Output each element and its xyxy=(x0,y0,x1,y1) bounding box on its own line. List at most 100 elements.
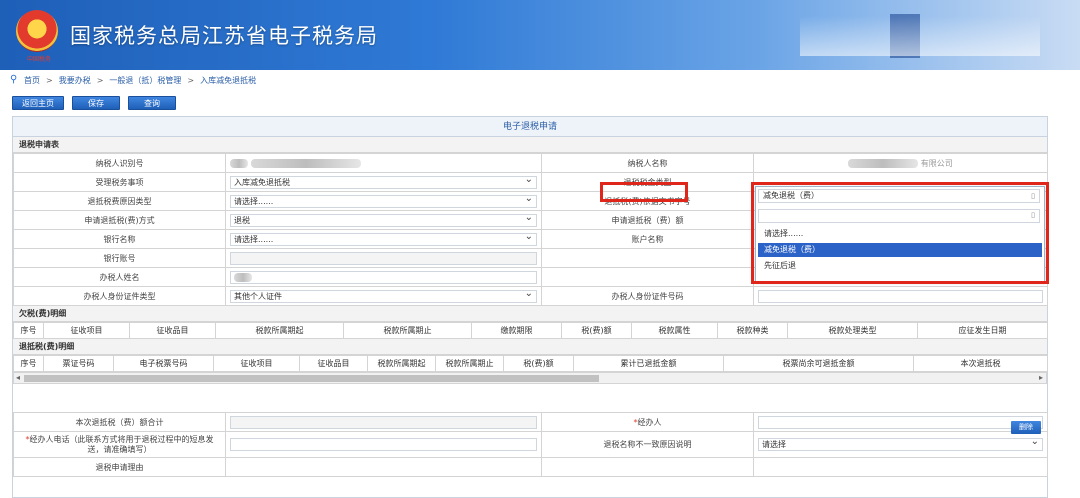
breadcrumb-current: 入库减免退抵税 xyxy=(200,75,257,85)
agent-id-no-cell xyxy=(753,286,1048,306)
scroll-left-icon[interactable]: ◂ xyxy=(16,373,20,382)
site-title: 国家税务总局江苏省电子税务局 xyxy=(70,24,378,48)
redacted-block xyxy=(234,272,252,282)
empty-cell xyxy=(541,248,754,268)
owed-col-header: 税款所属期止 xyxy=(343,322,472,339)
owed-col-header: 税(费)额 xyxy=(561,322,632,339)
owed-col-header: 征收品目 xyxy=(129,322,216,339)
refund-col-header: 税票尚余可退抵金额 xyxy=(723,355,914,372)
method-cell: 退税 xyxy=(225,210,542,230)
handler-cell xyxy=(753,412,1048,432)
tax-emblem-icon xyxy=(16,10,58,52)
handler-label-cell: *经办人 xyxy=(541,412,754,432)
horizontal-scrollbar[interactable]: ◂ ▸ xyxy=(13,372,1047,384)
section-refund: 退抵税(费)明细 xyxy=(13,339,1047,355)
agent-id-no-label: 办税人身份证件号码 xyxy=(541,286,754,306)
refund-col-header: 税款所属期起 xyxy=(367,355,436,372)
summary-table: 本次退抵税（费）额合计 *经办人 *经办人电话（此联系方式将用于退税过程中的短息… xyxy=(13,412,1048,477)
owed-col-header: 税款种类 xyxy=(717,322,788,339)
highlight-refund-type-label xyxy=(600,182,688,202)
account-no-input[interactable] xyxy=(230,251,537,265)
agent-name-label: 办税人姓名 xyxy=(13,267,226,287)
redacted-block xyxy=(250,158,361,168)
refund-col-header: 税(费)额 xyxy=(503,355,574,372)
mismatch-select[interactable]: 请选择 xyxy=(758,436,1043,451)
phone-label: 经办人电话（此联系方式将用于退税过程中的短息发送，请准确填写） xyxy=(29,434,214,454)
owed-col-header: 征收项目 xyxy=(43,322,130,339)
breadcrumb-home[interactable]: 首页 xyxy=(24,75,40,86)
handler-label: 经办人 xyxy=(637,417,662,427)
delete-button[interactable]: 删除 xyxy=(1011,421,1041,434)
refund-form-frame: 电子退税申请 退税申请表 纳税人识别号 纳税人名称 有限公司 受理税务事项 入库… xyxy=(12,116,1048,498)
partial-cell xyxy=(225,457,542,477)
taxpayer-id-value xyxy=(225,153,542,173)
total-label: 本次退抵税（费）额合计 xyxy=(13,412,226,432)
form-caption: 电子退税申请 xyxy=(13,117,1047,137)
skyline-decoration xyxy=(800,16,1040,56)
bank-name-select[interactable]: 请选择...... xyxy=(230,231,537,246)
header-banner: 中国税务 国家税务总局江苏省电子税务局 xyxy=(0,0,1080,70)
refund-col-header: 征收项目 xyxy=(213,355,300,372)
agent-id-type-cell: 其他个人证件 xyxy=(225,286,542,306)
refund-col-header: 累计已退抵金额 xyxy=(573,355,724,372)
query-button[interactable]: 查询 xyxy=(128,96,176,110)
account-name-label: 账户名称 xyxy=(541,229,754,249)
save-button[interactable]: 保存 xyxy=(72,96,120,110)
bank-name-cell: 请选择...... xyxy=(225,229,542,249)
toolbar: 返回主页 保存 查询 xyxy=(12,96,176,110)
total-cell xyxy=(225,412,542,432)
refund-col-header: 电子税票号码 xyxy=(113,355,214,372)
agent-name-cell xyxy=(225,267,542,287)
refund-table: 序号 票证号码 电子税票号码 征收项目 征收品目 税款所属期起 税款所属期止 税… xyxy=(13,355,1048,372)
redacted-block xyxy=(848,158,919,168)
agent-id-type-select[interactable]: 其他个人证件 xyxy=(230,288,537,303)
scroll-right-icon[interactable]: ▸ xyxy=(1039,373,1043,382)
refund-col-header: 本次退抵税 xyxy=(913,355,1048,372)
amount-label: 申请退抵税（费）额 xyxy=(541,210,754,230)
breadcrumb-my-tax[interactable]: 我要办税 xyxy=(59,75,91,86)
taxpayer-id-label: 纳税人识别号 xyxy=(13,153,226,173)
phone-label-cell: *经办人电话（此联系方式将用于退税过程中的短息发送，请准确填写） xyxy=(13,431,226,458)
phone-cell xyxy=(225,431,542,458)
matter-label: 受理税务事项 xyxy=(13,172,226,192)
reason-label: 退抵税费原因类型 xyxy=(13,191,226,211)
method-label: 申请退抵税(费)方式 xyxy=(13,210,226,230)
phone-input[interactable] xyxy=(230,438,537,451)
owed-col-header: 应征发生日期 xyxy=(917,322,1048,339)
account-no-cell xyxy=(225,248,542,268)
owed-col-header: 税款属性 xyxy=(631,322,718,339)
empty-cell xyxy=(541,267,754,287)
method-select[interactable]: 退税 xyxy=(230,212,537,227)
breadcrumb-separator: > xyxy=(96,75,104,85)
emblem-caption: 中国税务 xyxy=(26,56,51,63)
refund-col-header: 票证号码 xyxy=(43,355,114,372)
highlight-dropdown xyxy=(751,182,1049,284)
account-no-label: 银行账号 xyxy=(13,248,226,268)
section-apply: 退税申请表 xyxy=(13,137,1047,153)
breadcrumb-separator: > xyxy=(46,75,53,85)
refund-col-header: 征收品目 xyxy=(299,355,368,372)
reason-select[interactable]: 请选择...... xyxy=(230,193,537,208)
agent-id-type-label: 办税人身份证件类型 xyxy=(13,286,226,306)
total-input xyxy=(230,415,537,429)
handler-input[interactable] xyxy=(758,415,1043,429)
matter-cell: 入库减免退抵税 xyxy=(225,172,542,192)
empty-cell xyxy=(753,457,1048,477)
taxpayer-name-value: 有限公司 xyxy=(753,153,1048,173)
owed-col-header: 缴款期限 xyxy=(471,322,562,339)
owed-header-row: 序号 征收项目 征收品目 税款所属期起 税款所属期止 缴款期限 税(费)额 税款… xyxy=(13,322,1048,339)
refund-col-header: 序号 xyxy=(13,355,44,372)
back-home-button[interactable]: 返回主页 xyxy=(12,96,64,110)
mismatch-label: 退税名称不一致原因说明 xyxy=(541,431,754,458)
agent-id-no-input[interactable] xyxy=(758,289,1043,303)
breadcrumb-separator: > xyxy=(187,75,195,85)
refund-header-row: 序号 票证号码 电子税票号码 征收项目 征收品目 税款所属期起 税款所属期止 税… xyxy=(13,355,1048,372)
breadcrumb-refund-mgmt[interactable]: 一般退（抵）税管理 xyxy=(109,75,181,86)
taxpayer-name-suffix: 有限公司 xyxy=(920,158,953,168)
owed-col-header: 序号 xyxy=(13,322,44,339)
matter-select[interactable]: 入库减免退抵税 xyxy=(230,174,537,189)
scrollbar-thumb[interactable] xyxy=(24,375,599,382)
agent-name-input[interactable] xyxy=(230,270,537,284)
reason-cell: 请选择...... xyxy=(225,191,542,211)
